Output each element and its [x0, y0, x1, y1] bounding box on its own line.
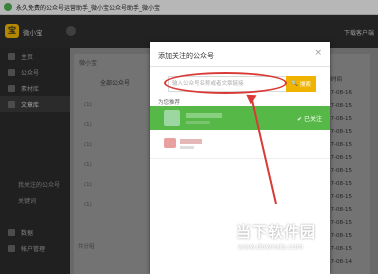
search-button-label: 搜索 — [299, 82, 311, 88]
close-icon[interactable]: × — [314, 48, 322, 58]
account-desc-blurred — [180, 146, 194, 149]
watermark-url: www.downxia.com — [238, 243, 304, 251]
search-icon: 🔍 — [291, 81, 298, 87]
account-name-blurred — [186, 113, 222, 118]
recommend-item[interactable]: ✔ 已关注 — [150, 106, 330, 130]
watermark-logo-icon — [205, 216, 229, 246]
modal-divider — [150, 66, 330, 67]
highlight-ellipse — [164, 72, 287, 94]
account-avatar — [164, 110, 180, 126]
check-icon: ✔ — [297, 116, 304, 123]
recommend-item[interactable] — [150, 133, 330, 155]
watermark-text: 当下软件园 — [236, 223, 317, 241]
search-button[interactable]: 🔍 搜索 — [286, 76, 316, 92]
account-avatar — [164, 138, 176, 148]
recommend-label: 为您推荐 — [158, 100, 181, 106]
divider — [150, 158, 330, 159]
account-name-blurred — [180, 139, 202, 144]
modal-title: 添加关注的公众号 — [158, 52, 214, 60]
account-desc-blurred — [186, 121, 210, 124]
followed-status[interactable]: ✔ 已关注 — [297, 114, 322, 123]
